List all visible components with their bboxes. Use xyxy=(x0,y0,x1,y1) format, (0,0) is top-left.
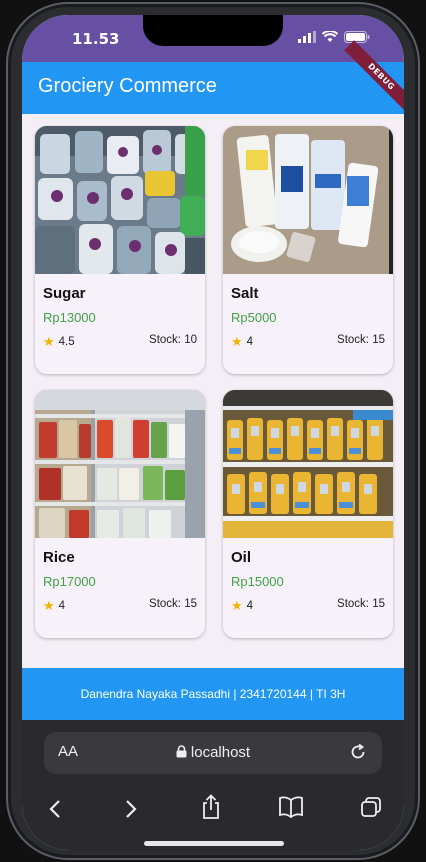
device: 11.53 Grociery Commerce DEBUG Sugar Rp13… xyxy=(0,0,426,862)
product-image-salt xyxy=(223,126,393,274)
battery-icon xyxy=(344,31,370,43)
product-rating: ★ 4.5 xyxy=(43,334,75,350)
product-card-oil[interactable]: Oil Rp15000 ★ 4 Stock: 15 xyxy=(223,390,393,638)
product-rating: ★ 4 xyxy=(231,334,253,350)
product-image-rice xyxy=(35,390,205,538)
star-icon: ★ xyxy=(43,334,55,349)
share-icon[interactable] xyxy=(200,794,222,820)
tabs-icon[interactable] xyxy=(360,796,382,818)
reload-icon[interactable] xyxy=(348,742,368,762)
status-icons xyxy=(298,31,370,43)
product-rating: ★ 4 xyxy=(43,598,65,614)
wifi-icon xyxy=(322,31,338,42)
screen: 11.53 Grociery Commerce DEBUG Sugar Rp13… xyxy=(22,15,404,850)
url-display[interactable]: localhost xyxy=(44,744,382,761)
signal-icon xyxy=(298,31,316,43)
lock-icon xyxy=(176,745,187,758)
page-title: Grociery Commerce xyxy=(38,75,217,97)
app-bar: Grociery Commerce DEBUG xyxy=(22,40,404,114)
forward-icon[interactable] xyxy=(124,798,138,820)
product-price: Rp15000 xyxy=(231,574,284,589)
product-card-rice[interactable]: Rice Rp17000 ★ 4 Stock: 15 xyxy=(35,390,205,638)
product-name: Oil xyxy=(231,549,252,566)
product-stock: Stock: 10 xyxy=(149,334,197,346)
product-image-oil xyxy=(223,390,393,538)
product-name: Salt xyxy=(231,285,259,302)
home-indicator xyxy=(144,841,284,846)
address-bar[interactable]: AA localhost xyxy=(44,732,382,774)
browser-toolbar xyxy=(22,790,404,830)
star-icon: ★ xyxy=(231,598,243,613)
product-rating: ★ 4 xyxy=(231,598,253,614)
product-price: Rp5000 xyxy=(231,310,277,325)
star-icon: ★ xyxy=(231,334,243,349)
product-grid: Sugar Rp13000 ★ 4.5 Stock: 10 Salt Rp500… xyxy=(22,114,404,668)
rating-value: 4 xyxy=(246,600,254,612)
product-image-sugar xyxy=(35,126,205,274)
status-bar: 11.53 xyxy=(22,15,404,62)
product-stock: Stock: 15 xyxy=(337,334,385,346)
notch xyxy=(143,15,283,46)
product-name: Sugar xyxy=(43,285,86,302)
status-time: 11.53 xyxy=(72,30,120,48)
star-icon: ★ xyxy=(43,598,55,613)
bookmarks-icon[interactable] xyxy=(278,796,304,818)
product-price: Rp17000 xyxy=(43,574,96,589)
rating-value: 4.5 xyxy=(58,336,75,348)
product-stock: Stock: 15 xyxy=(149,598,197,610)
footer: Danendra Nayaka Passadhi | 2341720144 | … xyxy=(22,668,404,720)
rating-value: 4 xyxy=(246,336,254,348)
product-price: Rp13000 xyxy=(43,310,96,325)
rating-value: 4 xyxy=(58,600,66,612)
product-stock: Stock: 15 xyxy=(337,598,385,610)
back-icon[interactable] xyxy=(48,798,62,820)
product-name: Rice xyxy=(43,549,75,566)
product-card-sugar[interactable]: Sugar Rp13000 ★ 4.5 Stock: 10 xyxy=(35,126,205,374)
browser-chrome: AA localhost xyxy=(22,720,404,850)
url-text: localhost xyxy=(190,744,251,761)
product-card-salt[interactable]: Salt Rp5000 ★ 4 Stock: 15 xyxy=(223,126,393,374)
